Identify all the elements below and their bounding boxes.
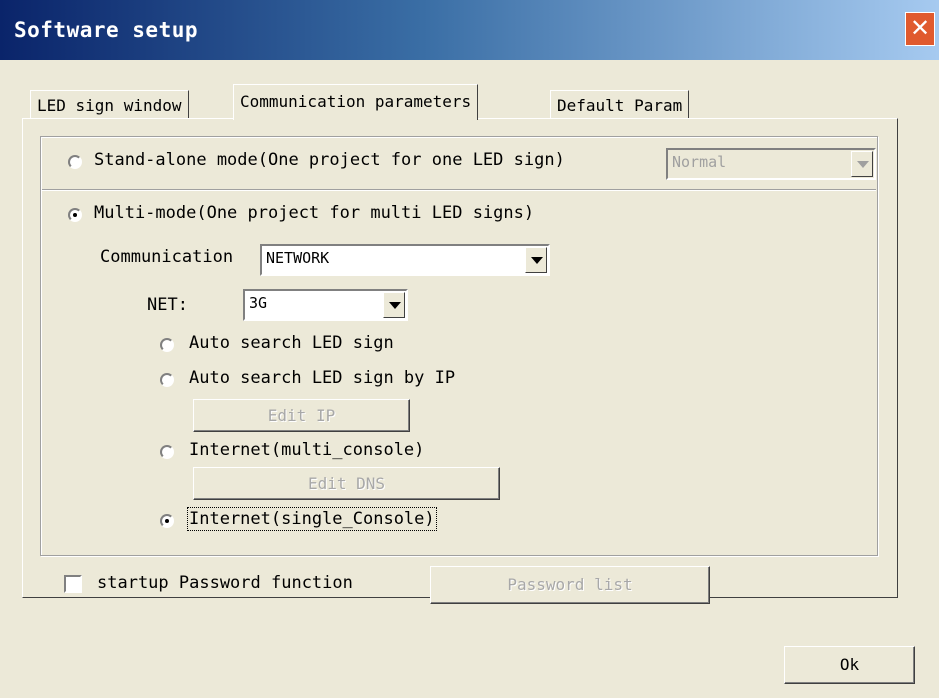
communication-value: NETWORK bbox=[266, 249, 330, 267]
chevron-down-icon[interactable] bbox=[525, 247, 547, 273]
internet-single-console-radio[interactable] bbox=[160, 514, 174, 528]
title-bar[interactable]: Software setup ✕ bbox=[0, 0, 939, 60]
standalone-mode-radio[interactable] bbox=[68, 155, 82, 169]
internet-single-console-label[interactable]: Internet(single_Console) bbox=[187, 507, 437, 531]
startup-password-checkbox[interactable] bbox=[64, 575, 82, 593]
chevron-down-icon[interactable] bbox=[383, 292, 405, 318]
auto-search-ip-radio[interactable] bbox=[160, 373, 174, 387]
communication-label: Communication bbox=[100, 247, 234, 267]
edit-ip-button[interactable]: Edit IP bbox=[193, 399, 410, 432]
auto-search-radio[interactable] bbox=[160, 338, 174, 352]
net-value: 3G bbox=[249, 294, 268, 312]
auto-search-label[interactable]: Auto search LED sign bbox=[189, 333, 394, 353]
tab-communication-parameters[interactable]: Communication parameters bbox=[233, 84, 479, 120]
standalone-mode-label[interactable]: Stand-alone mode(One project for one LED… bbox=[94, 150, 565, 170]
chevron-down-icon bbox=[851, 151, 873, 177]
auto-search-ip-label[interactable]: Auto search LED sign by IP bbox=[189, 368, 455, 388]
password-list-button[interactable]: Password list bbox=[430, 566, 710, 604]
software-setup-dialog: Software setup ✕ LED sign window Communi… bbox=[0, 0, 939, 698]
multi-mode-label[interactable]: Multi-mode(One project for multi LED sig… bbox=[94, 203, 534, 223]
standalone-mode-select: Normal bbox=[666, 148, 876, 180]
edit-dns-button[interactable]: Edit DNS bbox=[193, 467, 500, 500]
standalone-mode-value: Normal bbox=[672, 153, 727, 171]
tab-led-sign-window[interactable]: LED sign window bbox=[30, 90, 189, 119]
net-select[interactable]: 3G bbox=[243, 289, 408, 321]
communication-select[interactable]: NETWORK bbox=[260, 244, 550, 276]
tab-default-param[interactable]: Default Param bbox=[550, 90, 690, 119]
close-icon[interactable]: ✕ bbox=[905, 12, 935, 46]
net-label: NET: bbox=[147, 295, 188, 315]
ok-button[interactable]: Ok bbox=[784, 646, 915, 684]
startup-password-label[interactable]: startup Password function bbox=[97, 573, 353, 593]
window-title: Software setup bbox=[14, 18, 199, 42]
multi-mode-radio[interactable] bbox=[68, 208, 82, 222]
internet-multi-console-radio[interactable] bbox=[160, 445, 174, 459]
mode-divider bbox=[42, 189, 876, 191]
internet-multi-console-label[interactable]: Internet(multi_console) bbox=[189, 440, 424, 460]
